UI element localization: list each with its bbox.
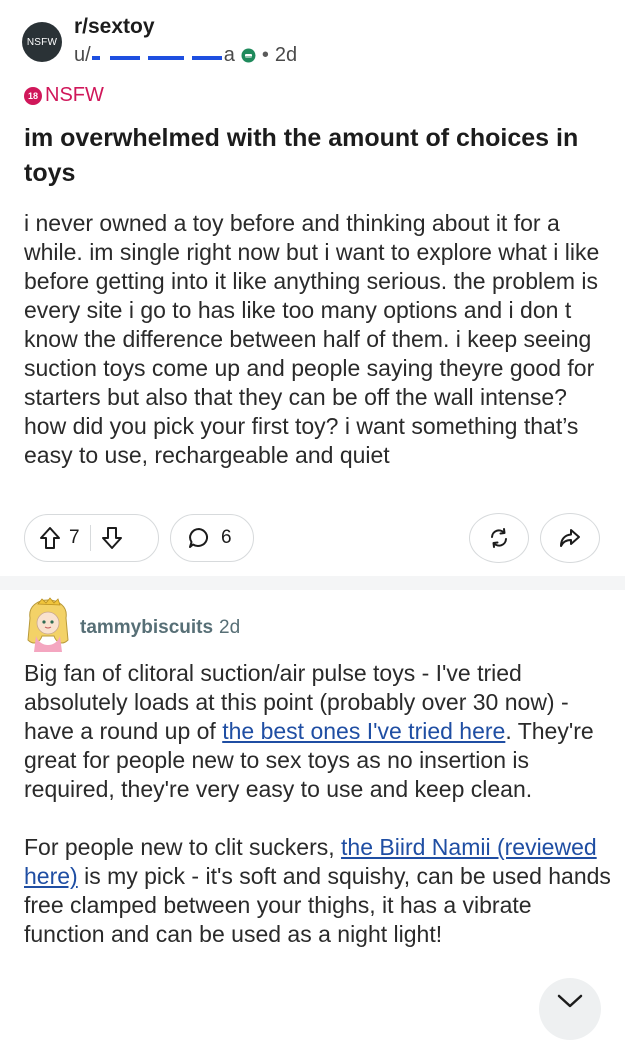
nsfw-tag: 18 NSFW <box>24 84 104 107</box>
comment-text-segment: is my pick - it's soft and squishy, can … <box>24 863 611 947</box>
commenter-avatar[interactable] <box>22 596 74 652</box>
post-body: i never owned a toy before and thinking … <box>24 210 600 468</box>
redaction-mark <box>91 55 100 60</box>
award-button[interactable] <box>469 513 529 563</box>
section-separator <box>0 576 625 590</box>
post-meta: u/ a • 2d <box>74 44 297 67</box>
share-button[interactable] <box>540 513 600 563</box>
chevron-down-icon <box>556 992 584 1010</box>
comment-age: 2d <box>219 617 241 638</box>
post-title: im overwhelmed with the amount of choice… <box>24 124 579 187</box>
speech-bubble-icon <box>187 526 211 550</box>
award-swap-icon <box>487 526 511 550</box>
username-suffix[interactable]: a <box>224 44 235 67</box>
comments-button[interactable]: 6 <box>170 514 254 562</box>
comment-paragraph: Big fan of clitoral suction/air pulse to… <box>24 659 614 804</box>
mod-shield-icon <box>241 48 256 63</box>
comment-text-segment: For people new to clit suckers, <box>24 834 342 860</box>
post-age: 2d <box>274 44 298 66</box>
redaction-mark <box>191 55 222 60</box>
meta-separator: • <box>261 44 269 66</box>
comment-meta: tammybiscuits 2d <box>80 617 240 639</box>
nsfw-label: NSFW <box>45 84 104 106</box>
share-arrow-icon <box>558 526 582 550</box>
commenter-username[interactable]: tammybiscuits <box>80 617 213 638</box>
vote-divider <box>89 525 92 551</box>
nsfw-18-icon: 18 <box>24 86 42 105</box>
comment-paragraph: For people new to clit suckers, the Biir… <box>24 833 614 949</box>
best-ones-link[interactable]: the best ones I've tried here <box>222 718 505 744</box>
subreddit-name[interactable]: r/sextoy <box>74 15 155 39</box>
expand-button[interactable] <box>539 978 601 1040</box>
comment-body: Big fan of clitoral suction/air pulse to… <box>24 659 614 949</box>
redaction-mark <box>109 55 140 60</box>
username-prefix[interactable]: u/ <box>74 44 91 67</box>
upvote-count: 7 <box>69 527 80 548</box>
redaction-mark <box>147 55 184 60</box>
subreddit-avatar[interactable]: NSFW <box>22 22 62 62</box>
vote-control: 7 <box>24 514 159 562</box>
arrow-up-outline-icon[interactable] <box>39 526 61 550</box>
arrow-down-outline-icon[interactable] <box>101 526 123 550</box>
comment-count: 6 <box>221 527 232 548</box>
